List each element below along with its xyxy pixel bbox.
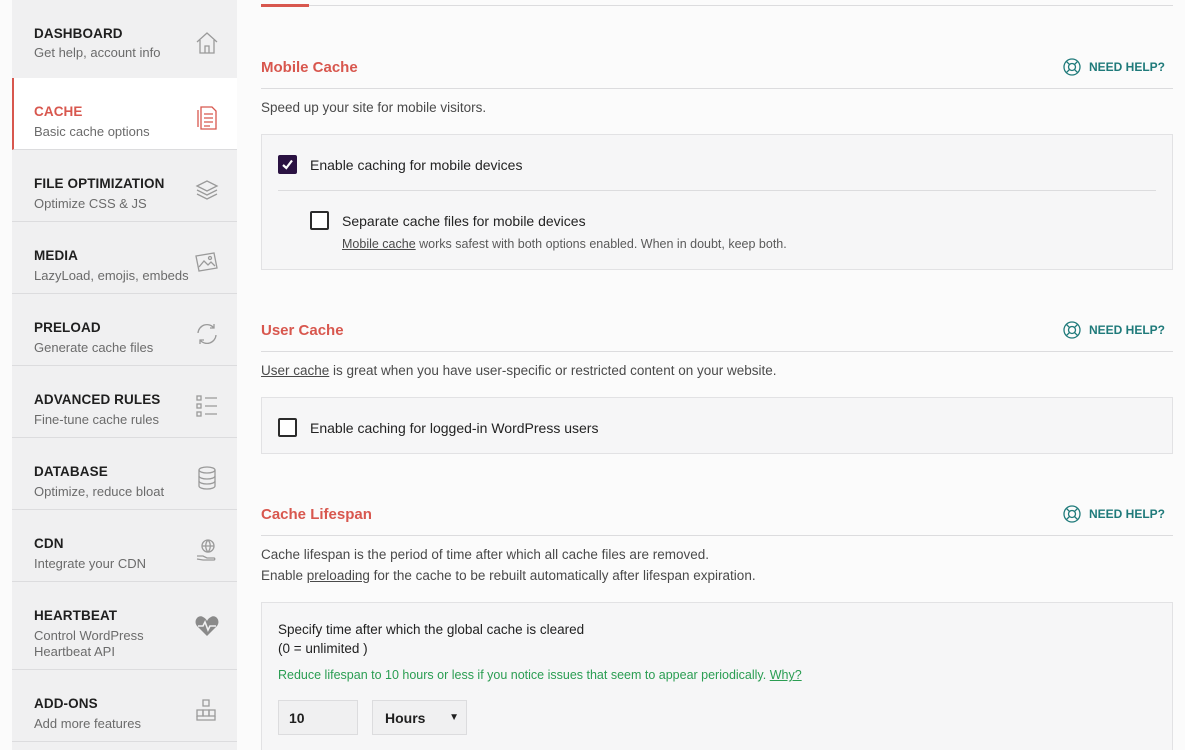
lifespan-warning: Reduce lifespan to 10 hours or less if y… [278, 668, 802, 682]
file-icon [197, 106, 217, 130]
preload-text-post: for the cache to be rebuilt automaticall… [369, 568, 756, 583]
home-icon [196, 32, 218, 54]
preload-text-pre: Enable [261, 568, 307, 583]
sidebar-item-desc: LazyLoad, emojis, embeds [34, 268, 189, 283]
need-help-label: NEED HELP? [1088, 60, 1165, 74]
sidebar-item-media[interactable]: MEDIA LazyLoad, emojis, embeds [12, 222, 237, 294]
section-divider [261, 351, 1173, 352]
user-cache-options: Enable caching for logged-in WordPress u… [261, 397, 1173, 454]
top-tab-indicator [261, 4, 309, 7]
section-divider [261, 88, 1173, 89]
sidebar-item-preload[interactable]: PRELOAD Generate cache files [12, 294, 237, 366]
separate-cache-files-checkbox[interactable] [310, 211, 329, 230]
sidebar-item-title: FILE OPTIMIZATION [34, 176, 165, 191]
sidebar-item-desc: Basic cache options [34, 124, 150, 139]
sidebar-item-desc: Integrate your CDN [34, 556, 146, 571]
enable-mobile-caching-label[interactable]: Enable caching for mobile devices [310, 157, 522, 173]
refresh-icon [197, 324, 217, 344]
globe-hand-icon [196, 539, 216, 561]
section-description: User cache is great when you have user-s… [261, 360, 777, 381]
database-icon [198, 466, 216, 490]
mobile-cache-options: Enable caching for mobile devices Separa… [261, 134, 1173, 270]
section-description: Cache lifespan is the period of time aft… [261, 547, 709, 562]
sidebar-item-add-ons[interactable]: ADD-ONS Add more features [12, 670, 237, 742]
layers-icon [195, 180, 219, 200]
lifebuoy-icon [1063, 58, 1081, 76]
cache-lifespan-options: Specify time after which the global cach… [261, 602, 1173, 750]
preloading-link[interactable]: preloading [307, 568, 370, 583]
enable-logged-in-caching-label[interactable]: Enable caching for logged-in WordPress u… [310, 420, 598, 436]
sidebar-item-title: ADD-ONS [34, 696, 98, 711]
separate-cache-files-label[interactable]: Separate cache files for mobile devices [342, 213, 586, 229]
sidebar: DASHBOARD Get help, account info CACHE B… [12, 0, 237, 750]
sidebar-item-title: CDN [34, 536, 64, 551]
heartbeat-icon [195, 616, 219, 636]
lifebuoy-icon [1063, 505, 1081, 523]
section-title-cache-lifespan: Cache Lifespan [261, 506, 372, 523]
sidebar-item-cache[interactable]: CACHE Basic cache options [12, 78, 237, 150]
sidebar-item-desc: Generate cache files [34, 340, 154, 355]
sidebar-item-desc: Fine-tune cache rules [34, 412, 160, 427]
need-help-link[interactable]: NEED HELP? [1063, 58, 1165, 76]
sidebar-item-desc: Get help, account info [34, 45, 161, 60]
user-cache-link[interactable]: User cache [261, 363, 329, 378]
why-link[interactable]: Why? [770, 668, 802, 682]
lifespan-field-sublabel: (0 = unlimited ) [278, 641, 368, 656]
need-help-link[interactable]: NEED HELP? [1063, 321, 1165, 339]
option-divider [278, 190, 1156, 191]
top-divider [261, 5, 1173, 6]
sidebar-item-desc: Optimize, reduce bloat [34, 484, 165, 499]
user-cache-desc-text: is great when you have user-specific or … [329, 363, 777, 378]
section-title-user-cache: User Cache [261, 322, 344, 339]
lifespan-unit-value: Hours [385, 710, 426, 726]
sidebar-item-title: HEARTBEAT [34, 608, 118, 623]
sidebar-item-file-optimization[interactable]: FILE OPTIMIZATION Optimize CSS & JS [12, 150, 237, 222]
section-description: Speed up your site for mobile visitors. [261, 100, 487, 115]
lifespan-field-label: Specify time after which the global cach… [278, 622, 585, 637]
sidebar-item-title: MEDIA [34, 248, 78, 263]
lifespan-value-input[interactable]: 10 [278, 700, 358, 735]
lifespan-warning-text: Reduce lifespan to 10 hours or less if y… [278, 668, 770, 682]
sidebar-item-title: PRELOAD [34, 320, 101, 335]
lifebuoy-icon [1063, 321, 1081, 339]
lifespan-unit-select[interactable]: Hours ▼ [372, 700, 467, 735]
section-title-mobile-cache: Mobile Cache [261, 59, 358, 76]
mobile-cache-link[interactable]: Mobile cache [342, 237, 416, 251]
sidebar-item-database[interactable]: DATABASE Optimize, reduce bloat [12, 438, 237, 510]
sidebar-item-cdn[interactable]: CDN Integrate your CDN [12, 510, 237, 582]
sidebar-item-desc: Add more features [34, 716, 141, 731]
list-icon [196, 395, 217, 417]
enable-mobile-caching-checkbox[interactable] [278, 155, 297, 174]
sidebar-item-title: DASHBOARD [34, 26, 123, 41]
checkmark-icon [282, 159, 293, 170]
cubes-icon [196, 699, 216, 721]
need-help-label: NEED HELP? [1088, 323, 1165, 337]
image-icon [195, 252, 218, 272]
dropdown-arrow-icon: ▼ [449, 712, 459, 723]
enable-logged-in-caching-checkbox[interactable] [278, 418, 297, 437]
section-divider [261, 535, 1173, 536]
sidebar-item-title: ADVANCED RULES [34, 392, 161, 407]
need-help-link[interactable]: NEED HELP? [1063, 505, 1165, 523]
mobile-cache-note: Mobile cache works safest with both opti… [342, 237, 787, 251]
sidebar-item-dashboard[interactable]: DASHBOARD Get help, account info [12, 0, 237, 80]
section-description: Enable preloading for the cache to be re… [261, 565, 756, 586]
sidebar-item-title: DATABASE [34, 464, 108, 479]
need-help-label: NEED HELP? [1088, 507, 1165, 521]
sidebar-item-desc: Optimize CSS & JS [34, 196, 147, 211]
sidebar-item-advanced-rules[interactable]: ADVANCED RULES Fine-tune cache rules [12, 366, 237, 438]
sidebar-item-title: CACHE [34, 104, 83, 119]
sidebar-item-heartbeat[interactable]: HEARTBEAT Control WordPress Heartbeat AP… [12, 582, 237, 670]
mobile-cache-note-text: works safest with both options enabled. … [415, 237, 787, 251]
sidebar-item-desc: Control WordPress Heartbeat API [34, 628, 144, 659]
